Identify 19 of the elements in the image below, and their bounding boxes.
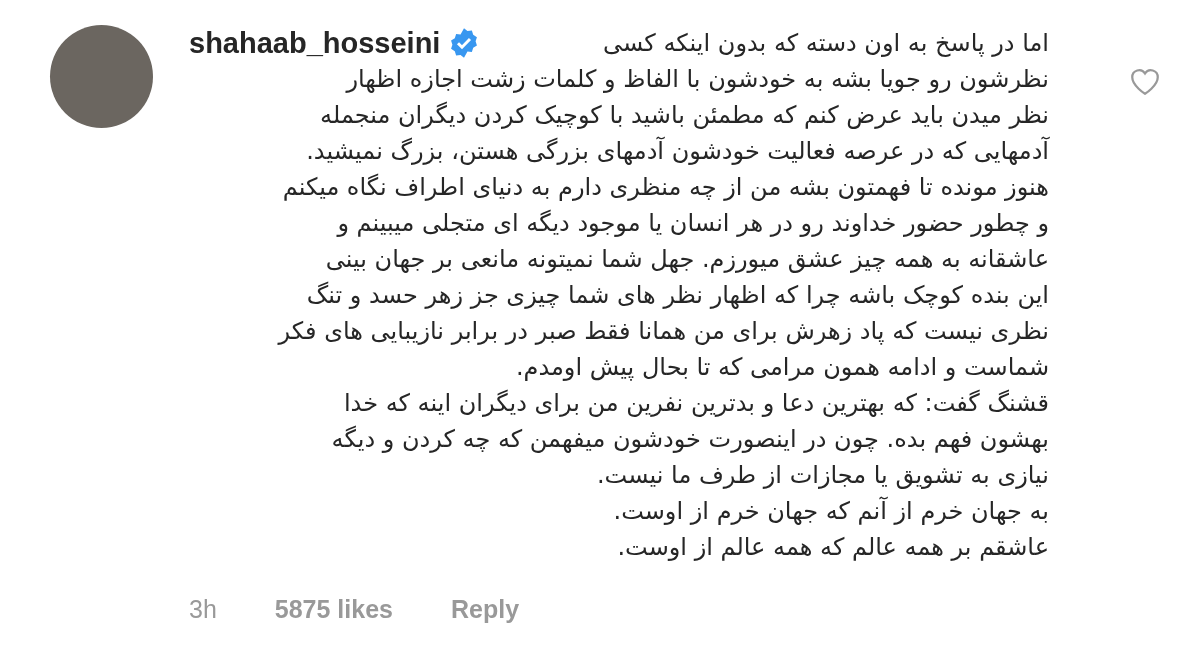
reply-button[interactable]: Reply — [451, 595, 520, 624]
comment-text: نظرشون رو جویا بشه به خودشون با الفاظ و کلمات زشت اجازه اظهار — [344, 64, 1049, 95]
comment-text: به جهان خرم از آنم که جهان خرم از اوست. — [612, 495, 1049, 527]
comment-text: هنوز مونده تا فهمتون بشه من از چه منظری دارم به دنیای اطراف نگاه میکنم — [281, 172, 1049, 203]
comment-text: آدمهایی که در عرصه فعالیت خودشون آدمهای بزرگی هستن، بزرگ نمیشید. — [305, 135, 1049, 167]
comment-text: عاشقانه به همه چیز عشق میورزم. جهل شما نمیتونه مانعی بر جهان بینی — [324, 244, 1049, 275]
comment-text: نظر میدن باید عرض کنم که مطمئن باشید با کوچیک کردن دیگران منجمله — [319, 100, 1049, 131]
comment-text: این بنده کوچک باشه چرا که اظهار نظر های شما چیزی جز زهر حسد و تنگ — [305, 280, 1049, 311]
comment-text: اما در پاسخ به اون دسته که بدون اینکه کسی — [601, 28, 1049, 59]
comment-text: بهشون فهم بده. چون در اینصورت خودشون میفهمن که چه کردن و دیگه — [330, 424, 1049, 455]
comment-text: و چطور حضور خداوند رو در هر انسان یا موجود دیگه ای متجلی میبینم و — [335, 208, 1049, 239]
time-label: 3h — [189, 595, 217, 624]
comment-text: قشنگ گفت: که بهترین دعا و بدترین نفرین من برای دیگران اینه که خدا — [342, 388, 1049, 419]
comment-text: نیازی به تشویق یا مجازات از طرف ما نیست. — [595, 460, 1049, 491]
comment-text: عاشقم بر همه عالم که همه عالم از اوست. — [616, 532, 1049, 563]
comment-text: نظری نیست که پاد زهرش برای من همانا فقط صبر در برابر نازیبایی های فکر — [276, 316, 1049, 347]
likes-count[interactable]: 5875 likes — [274, 595, 393, 624]
username[interactable]: shahaab_hosseini — [189, 26, 441, 60]
comment-text: شماست و ادامه همون مرامی که تا بحال پیش اومدم. — [514, 352, 1049, 383]
